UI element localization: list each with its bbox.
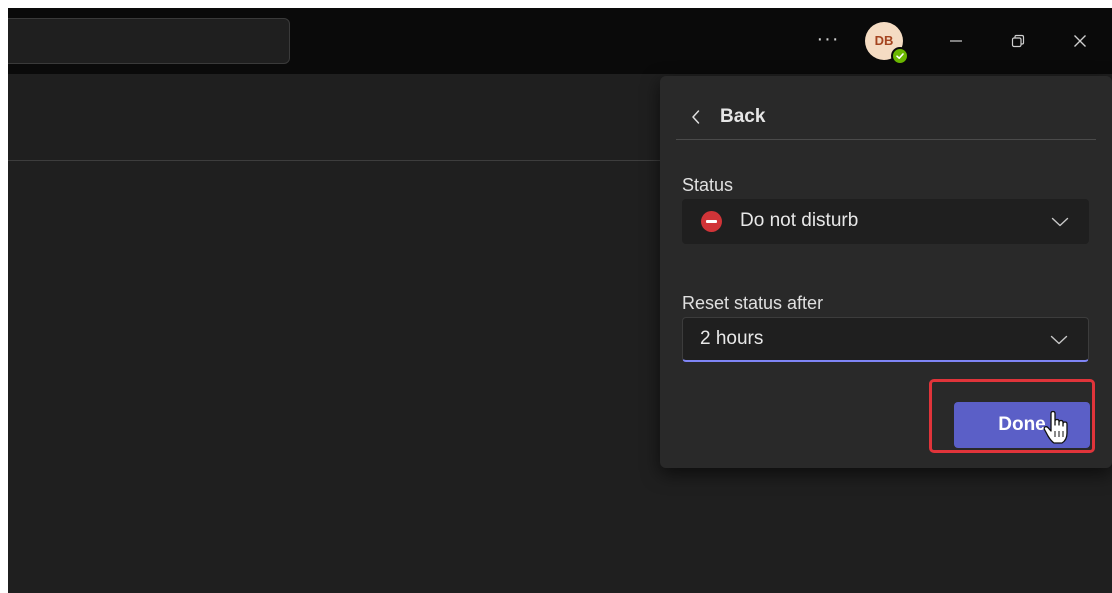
close-window-button[interactable] [1060,26,1100,56]
chevron-down-icon [1051,217,1069,227]
minimize-icon [950,40,962,42]
reset-duration-dropdown[interactable]: 2 hours [682,317,1089,362]
hand-pointer-icon [1043,410,1068,444]
restore-icon [1011,34,1025,48]
avatar[interactable]: DB [865,22,909,65]
chevron-left-icon [692,110,700,124]
status-value: Do not disturb [740,210,859,231]
reset-duration-value: 2 hours [700,328,764,349]
more-options-button[interactable]: ··· [812,26,844,56]
do-not-disturb-icon [701,211,722,232]
back-row: Back [676,100,1096,140]
close-icon [1074,35,1086,47]
chevron-down-icon [1050,335,1068,345]
status-dropdown[interactable]: Do not disturb [682,199,1089,244]
title-bar: ··· DB [8,8,1112,74]
presence-available-icon [891,47,909,65]
restore-button[interactable] [998,26,1038,56]
minimize-button[interactable] [936,26,976,56]
avatar-initials: DB [874,33,894,48]
search-input[interactable] [8,18,290,64]
status-label: Status [682,175,734,195]
teams-window: ··· DB Back Status Do not disturb Reset … [8,8,1112,593]
reset-status-label: Reset status after [682,293,824,313]
more-icon: ··· [816,28,840,50]
back-label: Back [720,106,766,127]
